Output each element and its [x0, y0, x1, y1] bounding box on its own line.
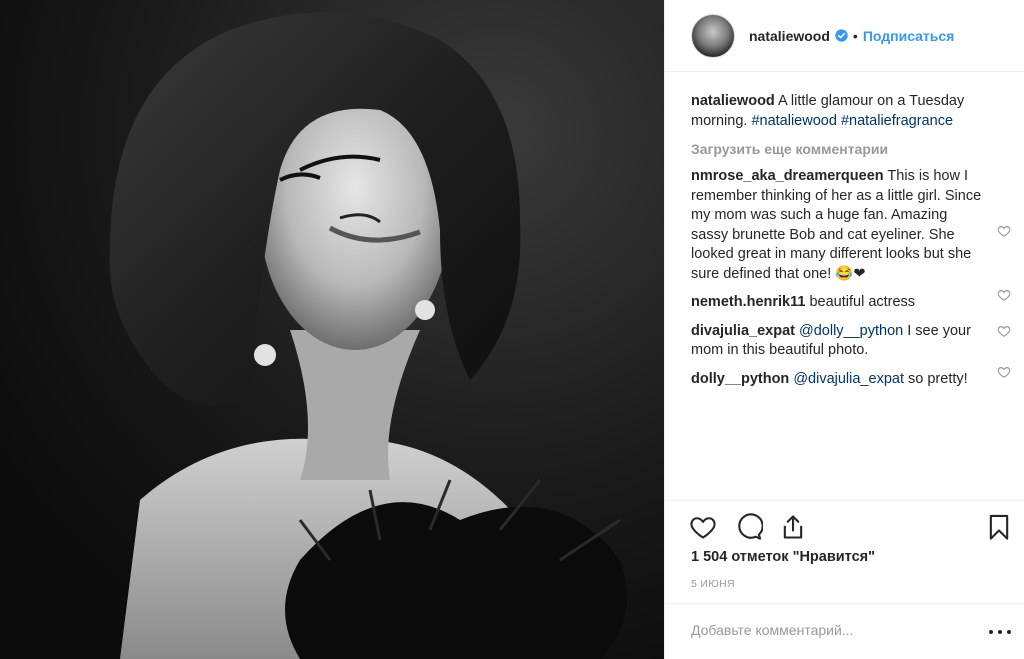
- load-more-comments-button[interactable]: Загрузить еще комментарии: [691, 141, 985, 157]
- post-photo[interactable]: [0, 0, 664, 659]
- post-header: nataliewood • Подписаться: [665, 0, 1024, 72]
- verified-badge-icon: [835, 29, 848, 42]
- comment-like-heart-icon[interactable]: [997, 288, 1011, 302]
- comment-like-heart-icon[interactable]: [997, 365, 1011, 379]
- likes-count[interactable]: 1 504 отметок "Нравится": [691, 549, 875, 565]
- comment-item: nmrose_aka_dreamerqueen This is how I re…: [691, 167, 1011, 284]
- comment-item: nemeth.henrik11 beautiful actress: [691, 290, 1011, 313]
- comment-text: This is how I remember thinking of her a…: [691, 168, 982, 282]
- more-dot: [989, 630, 993, 634]
- comment-item: divajulia_expat @dolly__python I see you…: [691, 322, 1011, 361]
- comment-mention[interactable]: @dolly__python: [799, 323, 903, 339]
- like-heart-icon[interactable]: [689, 513, 717, 541]
- comment-like-heart-icon[interactable]: [997, 324, 1011, 338]
- comment-item: dolly__python @divajulia_expat so pretty…: [691, 366, 1011, 390]
- comment-username[interactable]: dolly__python: [691, 371, 789, 387]
- caption-hashtag[interactable]: #nataliefragrance: [841, 113, 953, 129]
- comment-like-heart-icon[interactable]: [997, 224, 1011, 238]
- bookmark-icon[interactable]: [985, 513, 1013, 541]
- comment-username[interactable]: nemeth.henrik11: [691, 294, 805, 310]
- post-actions-bar: [665, 500, 1024, 554]
- comment-mention[interactable]: @divajulia_expat: [793, 371, 904, 387]
- comment-bubble-icon[interactable]: [735, 513, 763, 541]
- more-dot: [998, 630, 1002, 634]
- comment-username[interactable]: nmrose_aka_dreamerqueen: [691, 168, 884, 184]
- add-comment-bar: [665, 603, 1024, 659]
- avatar[interactable]: [691, 13, 735, 58]
- header-username[interactable]: nataliewood: [749, 28, 830, 44]
- comment-text: beautiful actress: [809, 294, 916, 310]
- header-separator: •: [852, 27, 858, 44]
- share-icon[interactable]: [779, 513, 807, 541]
- post-date: 5 ИЮНЯ: [691, 578, 735, 590]
- more-dot: [1007, 630, 1011, 634]
- more-options-icon[interactable]: [989, 622, 1011, 642]
- caption-hashtag[interactable]: #nataliewood: [751, 113, 836, 129]
- add-comment-input[interactable]: [691, 622, 971, 638]
- post-photo-art: [0, 0, 664, 659]
- caption: nataliewood A little glamour on a Tuesda…: [691, 92, 985, 131]
- comments-list: nataliewood A little glamour on a Tuesda…: [665, 92, 1024, 398]
- caption-username[interactable]: nataliewood: [691, 93, 775, 109]
- comment-username[interactable]: divajulia_expat: [691, 323, 795, 339]
- comment-text: so pretty!: [908, 370, 968, 387]
- post-side-panel: nataliewood • Подписаться nataliewood A …: [664, 0, 1024, 659]
- follow-button[interactable]: Подписаться: [863, 28, 955, 44]
